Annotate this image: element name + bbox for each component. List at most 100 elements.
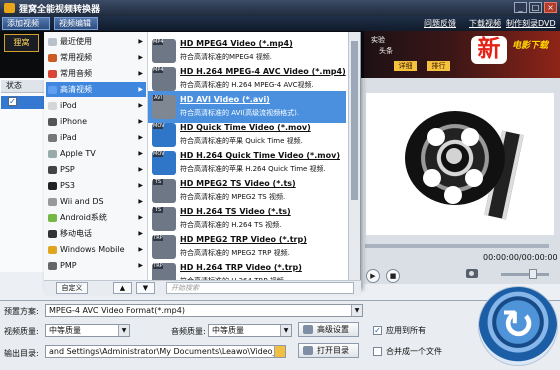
- banner-ranking-button[interactable]: 排行: [427, 61, 450, 71]
- format-title: HD AVI Video (*.avi): [180, 95, 270, 104]
- video-quality-select[interactable]: 中等质量 ▼: [45, 324, 130, 337]
- output-directory-value: and Settings\Administrator\My Documents\…: [49, 347, 286, 356]
- wii-ds-icon: [48, 198, 57, 206]
- close-button[interactable]: ×: [544, 2, 557, 13]
- format-title: HD MPEG2 TRP Video (*.trp): [180, 235, 307, 244]
- add-video-button[interactable]: 添加视频: [2, 17, 50, 30]
- psp-icon: [48, 166, 57, 174]
- camera-icon[interactable]: [466, 269, 478, 278]
- category-item-recent[interactable]: 最近使用 ▶: [46, 34, 146, 49]
- volume-slider[interactable]: [501, 273, 549, 276]
- category-item-ps3[interactable]: PS3 ▶: [46, 178, 146, 193]
- video-file-icon: TS: [152, 179, 176, 203]
- ipad-icon: [48, 134, 57, 142]
- folder-icon: [274, 346, 285, 357]
- video-file-icon: AVI: [152, 95, 176, 119]
- ps3-icon: [48, 182, 57, 190]
- preset-select[interactable]: MPEG-4 AVC Video Format(*.mp4) ▼: [45, 304, 363, 317]
- category-item-apple-tv[interactable]: Apple TV ▶: [46, 146, 146, 161]
- chevron-right-icon: ▶: [138, 246, 143, 253]
- category-item-mobile-phone[interactable]: 移动电话 ▶: [46, 226, 146, 241]
- format-description: 符合高清标准的 H.264 MPEG-4 AVC视频.: [180, 81, 314, 89]
- file-select-checkbox[interactable]: ✓: [8, 97, 17, 106]
- category-item-wii-ds[interactable]: Wii and DS ▶: [46, 194, 146, 209]
- format-description: 符合高清标准的 H.264 TS 视频.: [180, 221, 282, 229]
- merge-files-checkbox[interactable]: [373, 347, 382, 356]
- output-directory-label: 输出目录:: [4, 349, 39, 358]
- category-label: Android系统: [60, 213, 107, 222]
- video-quality-value: 中等质量: [49, 326, 81, 335]
- format-scrollbar[interactable]: [348, 32, 360, 282]
- chevron-right-icon: ▶: [138, 70, 143, 77]
- chevron-right-icon: ▶: [138, 262, 143, 269]
- volume-slider-handle[interactable]: [529, 269, 537, 279]
- quicktime-icon: MOV: [152, 123, 176, 147]
- format-title: HD H.264 MPEG-4 AVC Video (*.mp4): [180, 67, 346, 76]
- chevron-right-icon: ▶: [138, 182, 143, 189]
- format-tag: AVI: [153, 95, 163, 101]
- chevron-right-icon: ▶: [138, 150, 143, 157]
- format-search-input[interactable]: 开始搜索: [166, 282, 354, 294]
- maximize-button[interactable]: □: [529, 2, 542, 13]
- category-item-windows-mobile[interactable]: Windows Mobile ▶: [46, 242, 146, 257]
- category-item-ipad[interactable]: iPad ▶: [46, 130, 146, 145]
- category-item-iphone[interactable]: iPhone ▶: [46, 114, 146, 129]
- category-item-common-video[interactable]: 常用视频 ▶: [46, 50, 146, 65]
- category-item-android[interactable]: Android系统 ▶: [46, 210, 146, 225]
- merge-files-label: 合并成一个文件: [386, 347, 442, 356]
- play-button[interactable]: ▶: [366, 269, 380, 283]
- category-item-psp[interactable]: PSP ▶: [46, 162, 146, 177]
- minimize-button[interactable]: _: [514, 2, 527, 13]
- scrollbar-thumb[interactable]: [351, 41, 358, 200]
- format-description: 符合高清标准的苹果 Quick Time 视频.: [180, 137, 303, 145]
- ipod-icon: [48, 102, 57, 110]
- android-icon: [48, 214, 57, 222]
- chevron-right-icon: ▶: [138, 118, 143, 125]
- banner-detail-button[interactable]: 详细: [394, 61, 417, 71]
- format-tag: MOV: [153, 123, 165, 129]
- advanced-settings-button[interactable]: 高级设置: [298, 322, 359, 337]
- format-title: HD MPEG4 Video (*.mp4): [180, 39, 293, 48]
- category-label: 移动电话: [60, 229, 92, 238]
- output-directory-field[interactable]: and Settings\Administrator\My Documents\…: [45, 345, 286, 358]
- audio-quality-select[interactable]: 中等质量 ▼: [208, 324, 292, 337]
- app-logo-icon: [4, 3, 15, 13]
- audio-quality-label: 音频质量:: [171, 327, 206, 336]
- banner-subheading: 头条: [379, 47, 393, 55]
- hd-video-icon: [48, 86, 57, 94]
- windows-mobile-icon: [48, 246, 57, 254]
- category-label: 常用视频: [60, 53, 92, 62]
- feedback-link[interactable]: 问题反馈: [424, 18, 456, 29]
- convert-button[interactable]: ↻: [478, 286, 558, 366]
- category-label: 常用音频: [60, 69, 92, 78]
- format-tag: TRP: [153, 263, 163, 269]
- mobile-phone-icon: [48, 230, 57, 238]
- download-video-link[interactable]: 下载视频: [469, 18, 501, 29]
- film-reel-icon: [405, 111, 505, 205]
- window-title: 狸窝全能视频转换器: [19, 5, 101, 15]
- open-directory-label: 打开目录: [317, 346, 349, 355]
- main-toolbar: 添加视频 视频编辑 问题反馈 下载视频 制作刻录DVD: [0, 16, 560, 31]
- format-description: 符合高清标准的 MPEG2 TRP 视频.: [180, 249, 290, 257]
- category-item-hd-video[interactable]: 高清视频 ▶: [46, 82, 146, 97]
- category-item-common-audio[interactable]: 常用音频 ▶: [46, 66, 146, 81]
- video-file-icon: TS: [152, 207, 176, 231]
- video-edit-button[interactable]: 视频编辑: [54, 17, 98, 30]
- category-label: 高清视频: [60, 85, 92, 94]
- scroll-up-button[interactable]: ▲: [113, 282, 132, 294]
- open-directory-button[interactable]: 打开目录: [298, 343, 359, 358]
- format-tag: TS: [153, 179, 163, 185]
- format-title: HD H.264 TS Video (*.ts): [180, 207, 291, 216]
- custom-format-button[interactable]: 自定义: [56, 282, 88, 294]
- category-item-ipod[interactable]: iPod ▶: [46, 98, 146, 113]
- brand-tag: 狸窝: [4, 34, 39, 52]
- movie-download-text: 电影下载: [512, 41, 549, 51]
- apply-all-checkbox[interactable]: ✓: [373, 326, 382, 335]
- burn-dvd-link[interactable]: 制作刻录DVD: [506, 18, 556, 29]
- pmp-icon: [48, 262, 57, 270]
- scroll-down-button[interactable]: ▼: [136, 282, 155, 294]
- category-item-pmp[interactable]: PMP ▶: [46, 258, 146, 273]
- stop-button[interactable]: ■: [386, 269, 400, 283]
- chevron-right-icon: ▶: [138, 86, 143, 93]
- playback-progress-bar[interactable]: [365, 244, 549, 248]
